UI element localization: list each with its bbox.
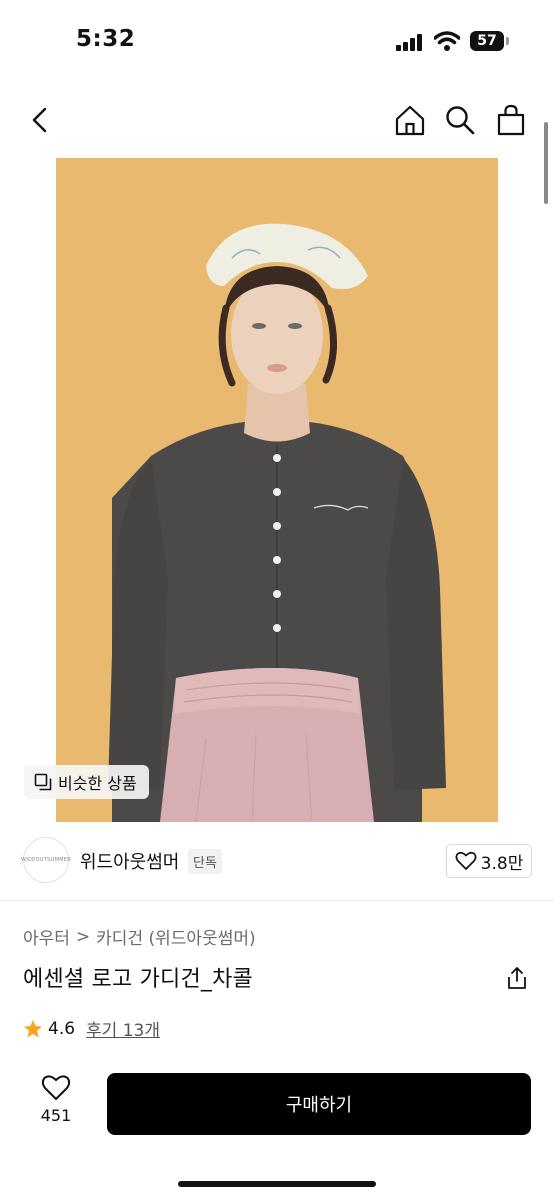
- battery-tip: [506, 37, 509, 45]
- home-icon[interactable]: [392, 102, 428, 138]
- back-icon[interactable]: [22, 102, 58, 138]
- buy-button[interactable]: 구매하기: [107, 1073, 531, 1135]
- search-icon[interactable]: [442, 102, 478, 138]
- review-link[interactable]: 후기 13개: [86, 1016, 160, 1041]
- similar-products-label: 비슷한 상품: [58, 774, 137, 793]
- brand-logo-text: WIDEOUTSUMMER: [20, 857, 72, 863]
- status-bar: 5:32 57: [0, 0, 554, 80]
- battery-icon: 57: [470, 31, 504, 51]
- product-photo-illustration: [56, 158, 498, 822]
- share-icon[interactable]: [504, 964, 530, 992]
- signal-icon: [396, 33, 424, 51]
- breadcrumb-subcategory[interactable]: 카디건 (위드아웃썸머): [96, 924, 255, 949]
- breadcrumb-separator: >: [75, 926, 91, 947]
- wifi-icon: [433, 30, 461, 52]
- similar-items-icon: [34, 773, 52, 791]
- product-title: 에센셜 로고 가디건_차콜: [23, 967, 253, 992]
- bottom-action-bar: 451 구매하기: [0, 1060, 554, 1200]
- navigation-bar: [0, 90, 554, 150]
- brand-like-button[interactable]: 3.8만: [446, 844, 532, 878]
- brand-name[interactable]: 위드아웃썸머: [80, 848, 179, 874]
- heart-icon: [455, 851, 477, 870]
- status-time: 5:32: [76, 26, 136, 52]
- breadcrumb-category[interactable]: 아우터: [23, 924, 70, 949]
- brand-like-count: 3.8만: [480, 853, 524, 874]
- rating-row: 4.6 후기 13개: [23, 1016, 160, 1041]
- heart-icon: [41, 1075, 71, 1100]
- breadcrumb: 아우터 > 카디건 (위드아웃썸머): [23, 924, 256, 950]
- scroll-indicator: [544, 122, 548, 204]
- brand-row: WIDEOUTSUMMER 위드아웃썸머 단독 3.8만: [0, 822, 554, 901]
- similar-products-button[interactable]: 비슷한 상품: [24, 765, 149, 799]
- wishlist-count: 451: [40, 1106, 72, 1125]
- exclusive-badge: 단독: [188, 849, 222, 874]
- brand-logo[interactable]: WIDEOUTSUMMER: [20, 837, 72, 883]
- star-icon: [24, 1019, 42, 1037]
- wishlist-button[interactable]: 451: [30, 1074, 82, 1138]
- rating-value: 4.6: [48, 1018, 76, 1039]
- product-image[interactable]: [56, 158, 498, 822]
- home-indicator[interactable]: [178, 1181, 376, 1187]
- shopping-bag-icon[interactable]: [493, 102, 529, 138]
